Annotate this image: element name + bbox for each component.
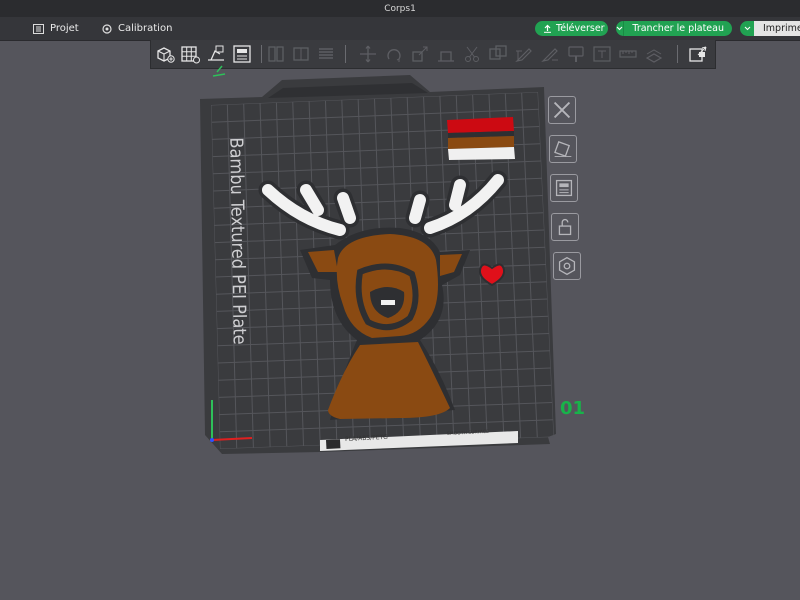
nose-highlight bbox=[381, 300, 395, 305]
settings-hex-icon bbox=[558, 256, 576, 276]
lock-plate-button[interactable] bbox=[551, 213, 579, 241]
plate-number: 01 bbox=[560, 398, 586, 419]
auto-orient-icon bbox=[554, 141, 572, 157]
unlock-icon bbox=[558, 218, 572, 236]
plate-type-label: Bambu Textured PEI Plate bbox=[225, 137, 251, 345]
color-swatch-stripes bbox=[447, 117, 515, 160]
close-icon bbox=[553, 101, 571, 119]
plate-edit-mark-icon bbox=[212, 65, 226, 77]
close-plate-button[interactable] bbox=[548, 96, 576, 124]
plate-scene[interactable] bbox=[0, 0, 800, 600]
auto-orient-button[interactable] bbox=[549, 135, 577, 163]
z-axis-indicator bbox=[210, 438, 214, 442]
plate-settings-button[interactable] bbox=[553, 252, 581, 280]
arrange-plate-button[interactable] bbox=[550, 174, 578, 202]
arrange-icon bbox=[555, 179, 573, 197]
